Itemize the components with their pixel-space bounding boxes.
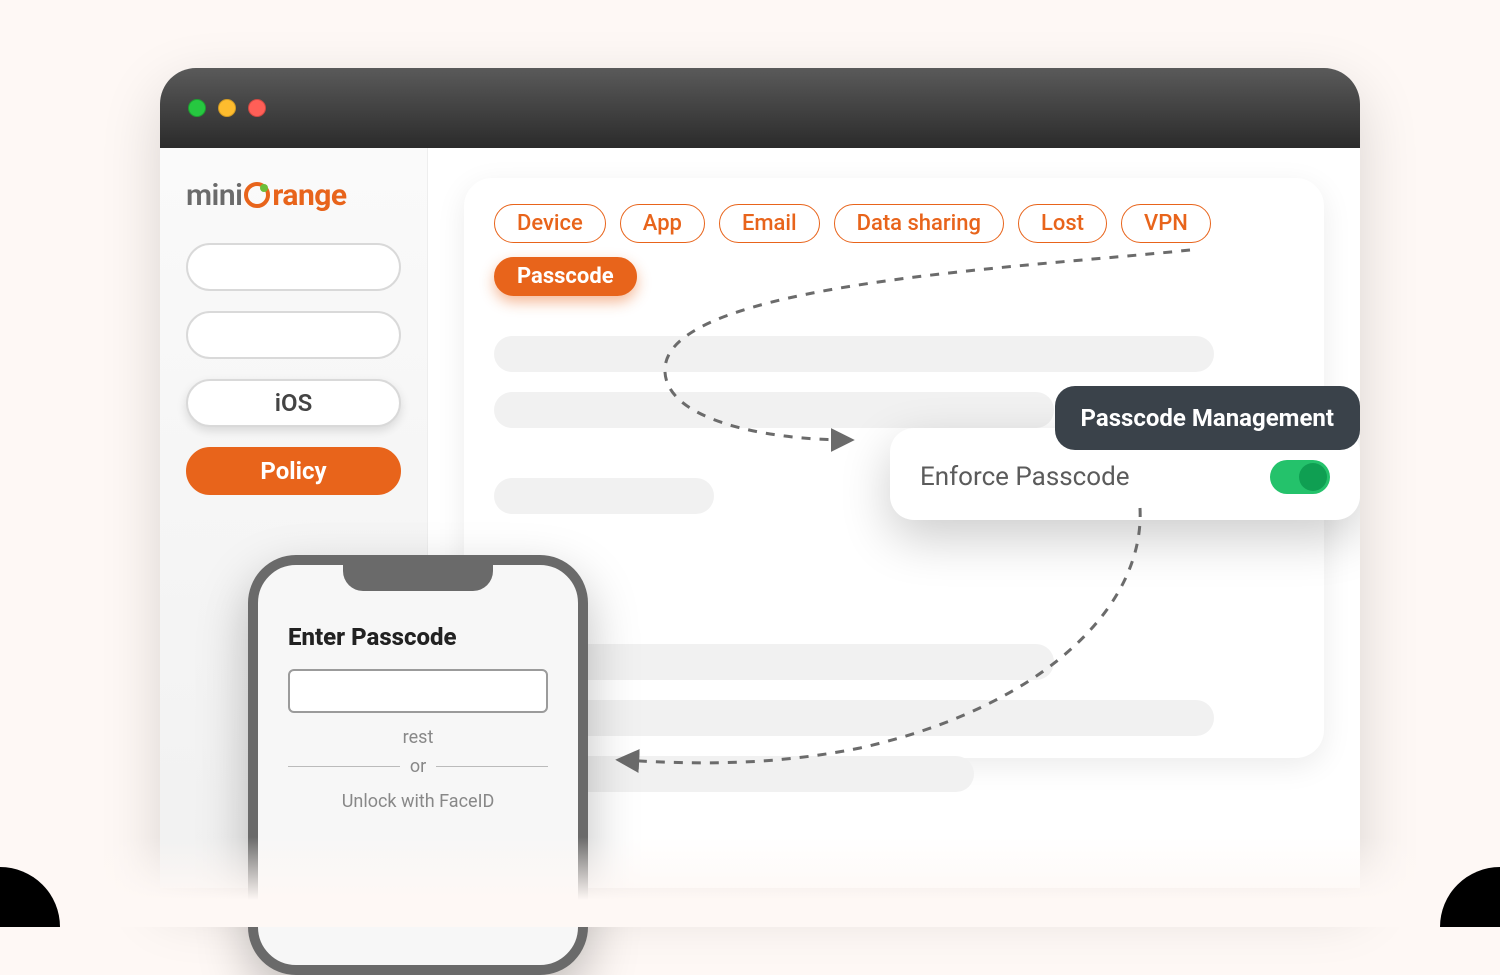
sidebar-item-ios[interactable]: iOS [186, 379, 401, 427]
chip-app[interactable]: App [620, 204, 705, 243]
policy-panel: Device App Email Data sharing Lost VPN P… [464, 178, 1324, 758]
window-titlebar [160, 68, 1360, 148]
enforce-passcode-label: Enforce Passcode [920, 462, 1130, 492]
chip-vpn[interactable]: VPN [1121, 204, 1211, 243]
policy-category-chips: Device App Email Data sharing Lost VPN P… [494, 204, 1294, 296]
divider-line [288, 766, 400, 767]
traffic-light-minimize-icon[interactable] [218, 99, 236, 117]
chip-data-sharing[interactable]: Data sharing [834, 204, 1004, 243]
logo-ring-icon [244, 182, 270, 208]
logo-suffix: range [272, 178, 346, 213]
sidebar-item-policy[interactable]: Policy [186, 447, 401, 495]
placeholder-row [494, 478, 714, 514]
chip-label: Lost [1041, 211, 1084, 236]
divider-label: or [410, 756, 426, 777]
chip-label: VPN [1144, 211, 1188, 236]
chip-label: Device [517, 211, 583, 236]
chip-passcode[interactable]: Passcode [494, 257, 637, 296]
chip-device[interactable]: Device [494, 204, 606, 243]
passcode-popup: Passcode Management Enforce Passcode [890, 428, 1360, 520]
enforce-passcode-toggle[interactable] [1270, 460, 1330, 494]
phone-divider: or [288, 756, 548, 777]
traffic-light-zoom-icon[interactable] [248, 99, 266, 117]
corner-mask [1440, 867, 1500, 927]
brand-logo: mini range [186, 178, 401, 213]
placeholder-row [494, 336, 1214, 372]
placeholder-row [494, 392, 1054, 428]
chip-lost[interactable]: Lost [1018, 204, 1107, 243]
phone-notch-icon [343, 563, 493, 591]
phone-faceid-link[interactable]: Unlock with FaceID [288, 791, 548, 812]
placeholder-row [494, 700, 1214, 736]
chip-label: Email [742, 211, 797, 236]
traffic-light-close-icon[interactable] [188, 99, 206, 117]
chip-label: App [643, 211, 682, 236]
sidebar-item-label: iOS [275, 389, 312, 417]
phone-title: Enter Passcode [288, 623, 548, 651]
divider-line [436, 766, 548, 767]
corner-mask [0, 867, 60, 927]
phone-mockup: Enter Passcode rest or Unlock with FaceI… [248, 555, 588, 975]
sidebar-item-blank-1[interactable] [186, 243, 401, 291]
sidebar-item-label: Policy [260, 457, 326, 485]
logo-prefix: mini [186, 178, 242, 213]
popup-title: Passcode Management [1055, 386, 1360, 450]
chip-label: Data sharing [857, 211, 981, 236]
enforce-passcode-row: Enforce Passcode [920, 460, 1330, 494]
sidebar-item-blank-2[interactable] [186, 311, 401, 359]
chip-email[interactable]: Email [719, 204, 820, 243]
passcode-input[interactable] [288, 669, 548, 713]
phone-reset-link[interactable]: rest [288, 727, 548, 748]
chip-label: Passcode [517, 264, 614, 289]
